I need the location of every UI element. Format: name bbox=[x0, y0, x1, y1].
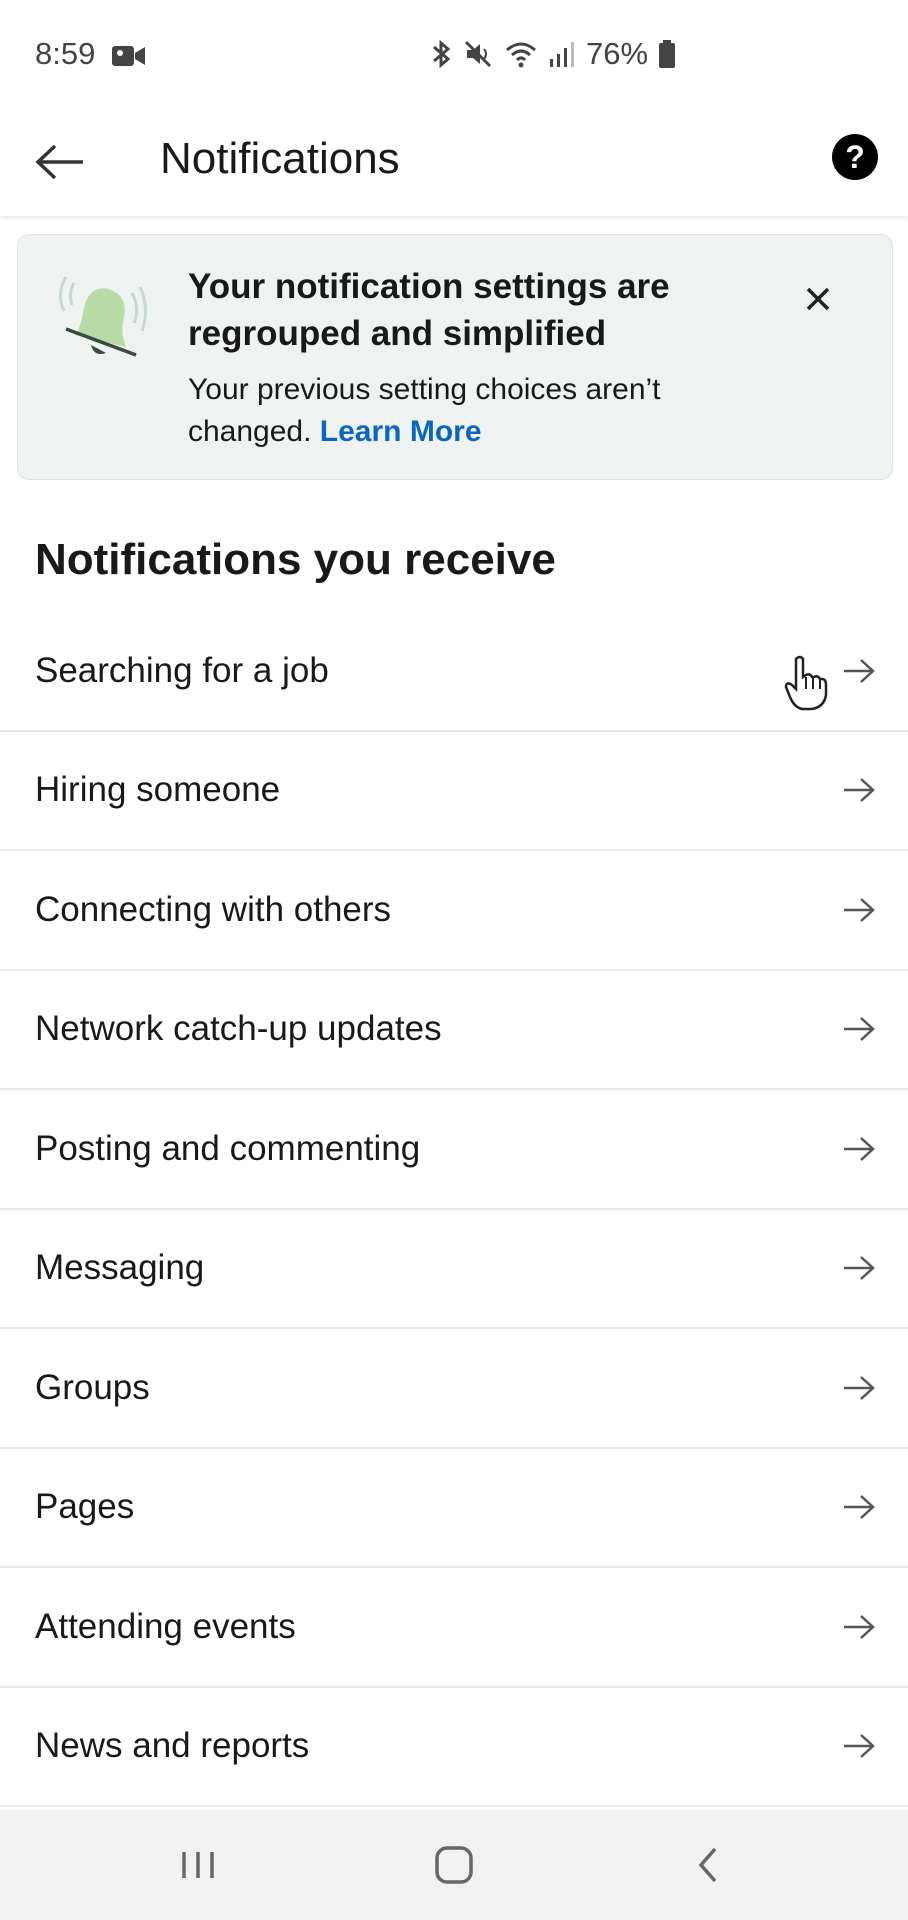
list-item[interactable]: Messaging bbox=[0, 1210, 908, 1329]
arrow-right-icon bbox=[844, 1614, 875, 1639]
back-arrow-icon bbox=[35, 144, 83, 180]
notification-category-list: Searching for a job Hiring someone Connect… bbox=[0, 612, 908, 1807]
arrow-right-icon bbox=[844, 1017, 875, 1042]
list-item[interactable]: Pages bbox=[0, 1449, 908, 1568]
system-back-button[interactable] bbox=[678, 1840, 738, 1890]
list-item-label: Posting and commenting bbox=[35, 1128, 421, 1168]
help-icon[interactable]: ? bbox=[832, 134, 878, 180]
battery-icon bbox=[659, 40, 676, 68]
status-bar: 8:59 76% bbox=[0, 0, 908, 110]
list-item-label: News and reports bbox=[35, 1726, 310, 1766]
bluetooth-icon bbox=[433, 39, 451, 69]
banner-title: Your notification settings are regrouped… bbox=[188, 267, 670, 353]
back-button[interactable] bbox=[30, 132, 90, 192]
signal-icon bbox=[550, 42, 574, 67]
home-icon bbox=[435, 1846, 473, 1884]
arrow-right-icon bbox=[844, 897, 875, 922]
list-item[interactable]: Groups bbox=[0, 1329, 908, 1449]
arrow-right-icon bbox=[844, 1136, 875, 1161]
list-item-label: Network catch-up updates bbox=[35, 1009, 442, 1049]
page-title: Notifications bbox=[160, 134, 400, 183]
recent-apps-icon bbox=[182, 1852, 214, 1878]
list-item[interactable]: Hiring someone bbox=[0, 732, 908, 851]
system-nav-bar bbox=[0, 1810, 908, 1920]
list-item[interactable]: News and reports bbox=[0, 1688, 908, 1807]
arrow-right-icon bbox=[844, 1734, 875, 1759]
arrow-right-icon bbox=[844, 658, 875, 683]
arrow-right-icon bbox=[844, 1495, 875, 1520]
home-button[interactable] bbox=[424, 1840, 484, 1890]
recent-apps-button[interactable] bbox=[168, 1840, 228, 1890]
video-icon bbox=[112, 46, 145, 66]
app-bar: Notifications ? bbox=[0, 110, 908, 216]
status-time: 8:59 bbox=[35, 36, 96, 71]
list-item[interactable]: Searching for a job bbox=[0, 612, 908, 732]
close-icon[interactable] bbox=[798, 279, 838, 319]
hand-cursor-icon bbox=[784, 655, 828, 711]
battery-percent: 76% bbox=[586, 36, 649, 71]
arrow-right-icon bbox=[844, 1256, 875, 1281]
notification-banner: Your notification settings are regrouped… bbox=[17, 234, 893, 480]
bell-icon bbox=[59, 276, 147, 357]
list-item-label: Groups bbox=[35, 1367, 150, 1407]
arrow-right-icon bbox=[844, 778, 875, 803]
list-item-label: Hiring someone bbox=[35, 770, 281, 810]
list-item[interactable]: Network catch-up updates bbox=[0, 971, 908, 1090]
banner-body: Your previous setting choices aren’t cha… bbox=[188, 369, 788, 453]
list-item-label: Searching for a job bbox=[35, 650, 329, 690]
list-item[interactable]: Connecting with others bbox=[0, 851, 908, 971]
back-icon bbox=[698, 1847, 717, 1883]
arrow-right-icon bbox=[844, 1375, 875, 1400]
wifi-icon bbox=[506, 42, 536, 68]
mute-icon bbox=[464, 40, 492, 68]
list-item-label: Pages bbox=[35, 1487, 135, 1527]
list-item-label: Connecting with others bbox=[35, 889, 392, 929]
status-icons: 76% bbox=[430, 36, 676, 71]
section-heading: Notifications you receive bbox=[35, 535, 556, 584]
list-item-label: Attending events bbox=[35, 1606, 296, 1646]
learn-more-link[interactable]: Learn More bbox=[320, 415, 482, 448]
list-item[interactable]: Attending events bbox=[0, 1568, 908, 1688]
list-item[interactable]: Posting and commenting bbox=[0, 1090, 908, 1210]
list-item-label: Messaging bbox=[35, 1248, 205, 1288]
